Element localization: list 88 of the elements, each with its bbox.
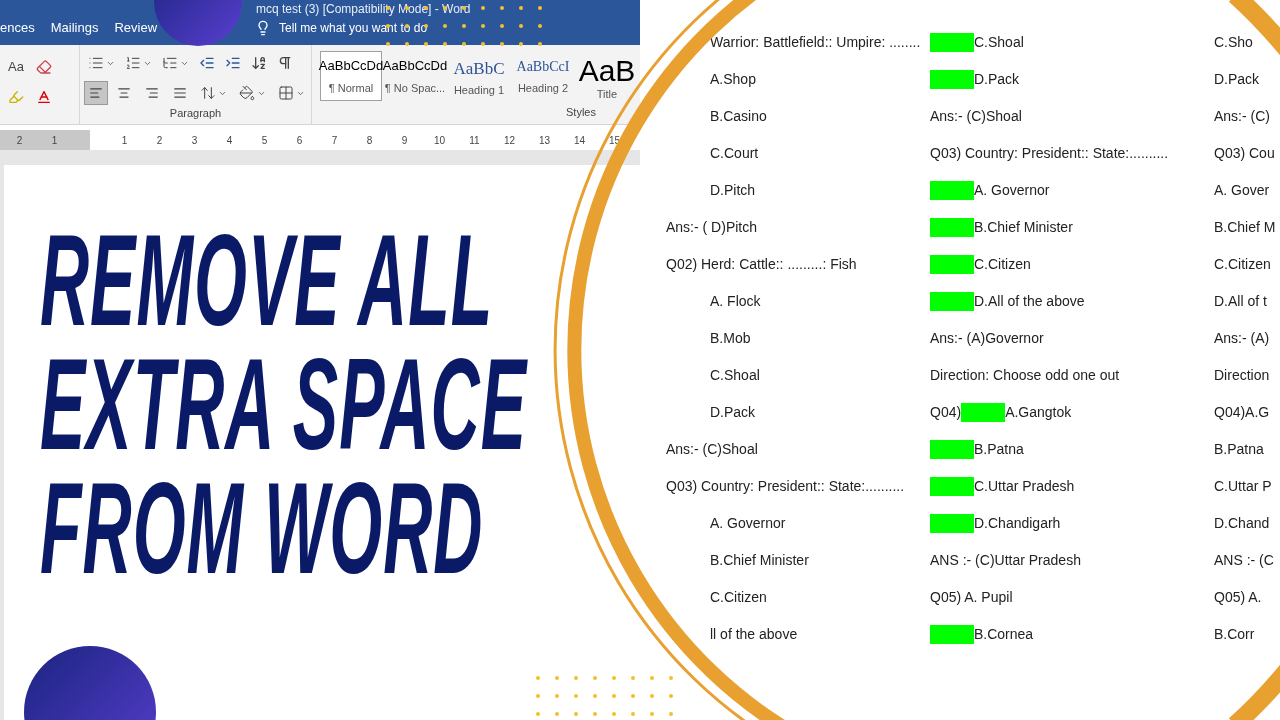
document-text: D.Pitch xyxy=(710,181,756,200)
document-text: Direction xyxy=(1214,366,1270,385)
document-text: A. Gover xyxy=(1214,181,1270,200)
document-text: Ans:- (C) xyxy=(1214,107,1270,126)
document-text: A. Governor xyxy=(974,181,1050,200)
document-text: Ans:- (C)Shoal xyxy=(666,440,758,459)
document-text: A. Flock xyxy=(710,292,761,311)
ruler-number: 14 xyxy=(572,133,587,148)
ruler-number: 13 xyxy=(537,133,552,148)
document-text: C.Court xyxy=(710,144,759,163)
document-text: A.Gangtok xyxy=(1005,403,1072,422)
document-text: A.Shop xyxy=(710,70,756,89)
document-text: C.Sho xyxy=(1214,33,1253,52)
document-text: C.Citizen xyxy=(710,588,767,607)
ruler-number: 1 xyxy=(120,133,129,148)
document-text: B.Mob xyxy=(710,329,751,348)
document-text: Ans:- (A)Governor xyxy=(930,329,1044,348)
document-text: D.Pack xyxy=(1214,70,1260,89)
ribbon-tab[interactable]: ences xyxy=(0,17,35,37)
ruler-number: 11 xyxy=(468,133,481,148)
group-label: Paragraph xyxy=(168,106,223,121)
document-text: D.Pack xyxy=(974,70,1020,89)
style-gallery-item[interactable]: AaBbCcDd ¶ Normal xyxy=(320,51,382,101)
style-gallery-item[interactable]: AaB Title xyxy=(576,51,638,101)
document-text: Direction: Choose odd one out xyxy=(930,366,1120,385)
align-left-icon[interactable] xyxy=(84,81,108,105)
style-gallery-item[interactable]: AaBbC Heading 1 xyxy=(448,51,510,101)
document-text: Q02) Herd: Cattle:: .........: Fish xyxy=(666,255,857,274)
document-text: B.Chief M xyxy=(1214,218,1276,237)
increase-indent-icon[interactable] xyxy=(225,55,241,71)
ruler-number: 8 xyxy=(365,133,374,148)
document-text: A. Governor xyxy=(710,514,786,533)
document-text: Q04) xyxy=(930,403,962,422)
document-text: ANS :- (C)Uttar Pradesh xyxy=(930,551,1081,570)
ruler-number: 1 xyxy=(50,133,59,148)
document-text: D.All of the above xyxy=(974,292,1085,311)
document-text: B.Casino xyxy=(710,107,767,126)
document-text: Q03) Cou xyxy=(1214,144,1275,163)
window-title: mcq test (3) [Compatibility Mode] - Word xyxy=(256,1,471,18)
decrease-indent-icon[interactable] xyxy=(199,55,215,71)
style-gallery-item[interactable]: AaBbCcDd ¶ No Spac... xyxy=(384,51,446,101)
ruler-number: 9 xyxy=(400,133,409,148)
ruler-number: 7 xyxy=(330,133,339,148)
document-text: C.Uttar Pradesh xyxy=(974,477,1075,496)
document-text: Q04)A.G xyxy=(1214,403,1270,422)
document-text: D.All of t xyxy=(1214,292,1267,311)
document-text: Warrior: Battlefield:: Umpire: ........ xyxy=(710,33,921,52)
document-text: D.Pack xyxy=(710,403,756,422)
document-text: B.Chief Minister xyxy=(974,218,1073,237)
style-gallery-item[interactable]: AaBbCcI Heading 2 xyxy=(512,51,574,101)
ruler-number: 2 xyxy=(15,133,24,148)
clear-formatting-icon[interactable] xyxy=(35,58,52,75)
document-text: D.Chand xyxy=(1214,514,1270,533)
ruler-number: 2 xyxy=(155,133,164,148)
document-text: Ans:- ( D)Pitch xyxy=(666,218,757,237)
document-text: ll of the above xyxy=(710,625,798,644)
document-text: Q03) Country: President:: State:.......... xyxy=(666,477,905,496)
ruler-number: 4 xyxy=(225,133,234,148)
document-text: C.Citizen xyxy=(974,255,1031,274)
ribbon-tab[interactable]: Review xyxy=(114,17,157,37)
lightbulb-icon xyxy=(255,20,271,36)
ruler-number: 5 xyxy=(260,133,269,148)
ruler-number: 12 xyxy=(502,133,517,148)
group-label: Styles xyxy=(566,104,596,120)
document-text: Q03) Country: President:: State:.......... xyxy=(930,144,1169,163)
document-text: Q05) A. xyxy=(1214,588,1262,607)
font-color-icon[interactable] xyxy=(36,88,52,105)
document-text: C.Uttar P xyxy=(1214,477,1272,496)
document-text: B.Corr xyxy=(1214,625,1255,644)
document-text: C.Shoal xyxy=(974,33,1024,52)
document-text: Q05) A. Pupil xyxy=(930,588,1013,607)
document-text: B.Patna xyxy=(974,440,1024,459)
document-text: Ans:- (C)Shoal xyxy=(930,107,1022,126)
document-text: B.Patna xyxy=(1214,440,1264,459)
ruler-number: 10 xyxy=(432,133,447,148)
ruler-number: 6 xyxy=(295,133,304,148)
document-text: C.Shoal xyxy=(710,366,760,385)
ribbon-tab[interactable]: Mailings xyxy=(50,17,99,37)
document-text: ANS :- (C xyxy=(1214,551,1274,570)
document-text: B.Cornea xyxy=(974,625,1034,644)
change-case-button[interactable]: Aa xyxy=(8,57,24,77)
document-text: C.Citizen xyxy=(1214,255,1271,274)
document-text: Ans:- (A) xyxy=(1214,329,1270,348)
sort-icon[interactable] xyxy=(251,55,267,71)
pilcrow-icon[interactable] xyxy=(277,55,293,71)
ruler-number: 3 xyxy=(190,133,199,148)
document-text: B.Chief Minister xyxy=(710,551,809,570)
document-text: D.Chandigarh xyxy=(974,514,1061,533)
